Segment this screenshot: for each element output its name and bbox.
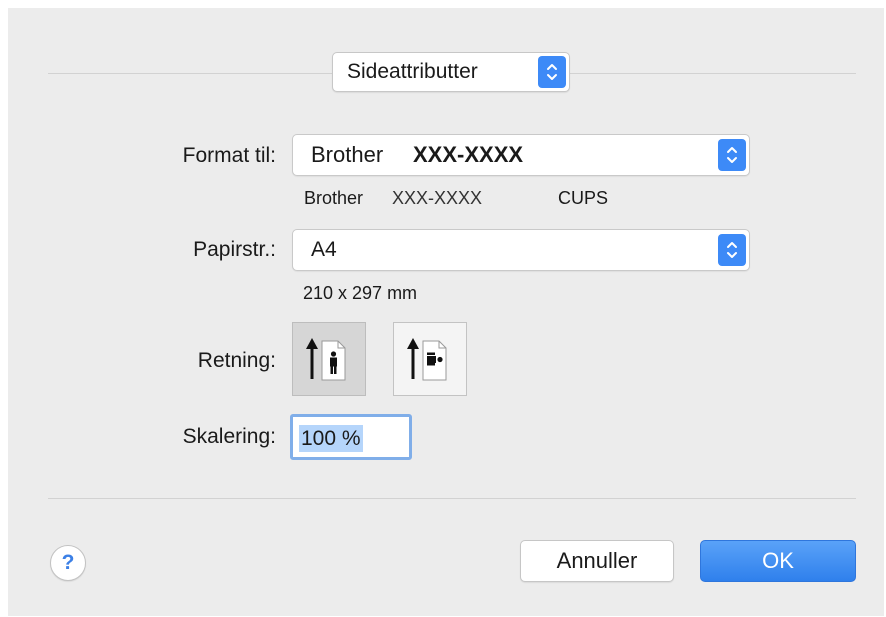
printer-popup[interactable]: Brother XXX-XXXX [292, 134, 750, 176]
printer-brand: Brother [311, 142, 384, 167]
top-divider-left [48, 73, 332, 74]
bottom-divider [48, 498, 856, 499]
paper-size-label: Papirstr.: [193, 238, 276, 261]
landscape-orientation-icon [407, 338, 447, 381]
format-label: Format til: [182, 144, 276, 167]
cancel-button[interactable]: Annuller [520, 540, 674, 582]
printer-desc-brand: Brother [304, 188, 364, 208]
help-button[interactable]: ? [50, 545, 86, 581]
chevron-up-down-icon [718, 234, 746, 266]
paper-size-popup[interactable]: A4 [292, 229, 750, 271]
landscape-orientation-button[interactable] [393, 322, 467, 396]
ok-button[interactable]: OK [700, 540, 856, 582]
orientation-label: Retning: [197, 349, 276, 372]
scaling-value: 100 % [299, 425, 363, 452]
settings-popup[interactable]: Sideattributter [332, 52, 570, 92]
top-divider-right [570, 73, 856, 74]
scaling-input[interactable]: 100 % [290, 414, 412, 460]
portrait-orientation-icon [306, 338, 346, 381]
portrait-orientation-button[interactable] [292, 322, 366, 396]
printer-model: XXX-XXXX [413, 142, 524, 167]
printer-desc-model: XXX-XXXX [392, 188, 483, 208]
scaling-label: Skalering: [182, 425, 276, 448]
printer-desc-driver: CUPS [558, 188, 609, 208]
chevron-up-down-icon [538, 56, 566, 88]
settings-popup-label: Sideattributter [347, 60, 478, 83]
page-setup-dialog [8, 8, 884, 616]
paper-dimensions: 210 x 297 mm [303, 283, 418, 303]
chevron-up-down-icon [718, 139, 746, 171]
paper-size-value: A4 [311, 238, 337, 261]
